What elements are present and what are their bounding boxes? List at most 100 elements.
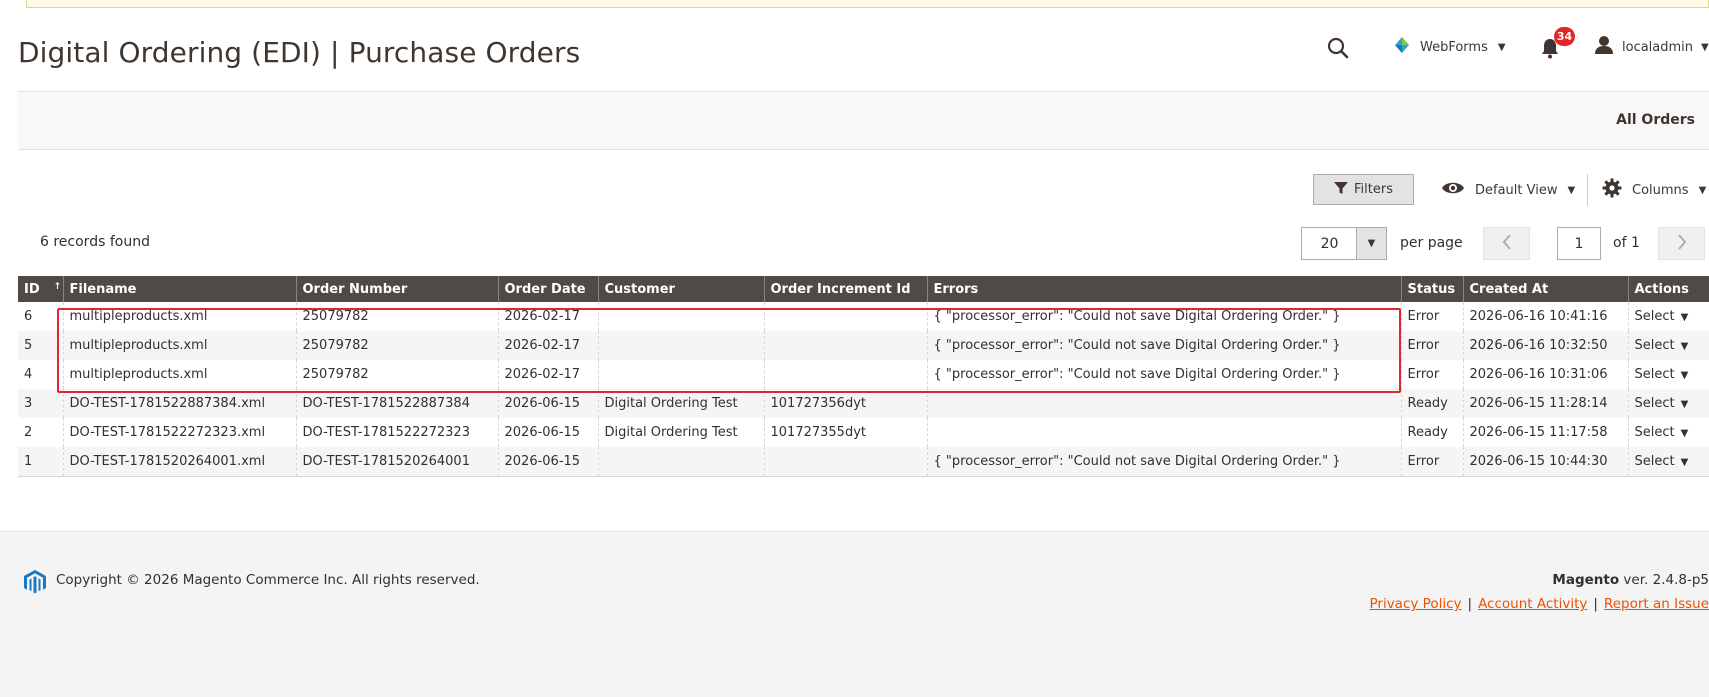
gear-icon: [1602, 178, 1622, 202]
notification-count-badge: 34: [1554, 27, 1575, 46]
cell-errors: [927, 389, 1402, 418]
cell-id: 3: [18, 389, 64, 418]
filters-button[interactable]: Filters: [1313, 174, 1414, 205]
column-header-order-number[interactable]: Order Number: [296, 276, 499, 302]
column-header-order-increment-id[interactable]: Order Increment Id: [764, 276, 928, 302]
row-action-select[interactable]: Select ▼: [1628, 360, 1709, 389]
cell-status: Ready: [1401, 389, 1464, 418]
caret-down-icon: ▼: [1680, 370, 1689, 381]
link-separator: |: [1467, 596, 1473, 612]
caret-down-icon: ▼: [1680, 399, 1689, 410]
order-switcher-bar: All Orders: [18, 92, 1709, 150]
caret-down-icon: ▼: [1680, 312, 1689, 323]
chevron-down-icon: ▼: [1701, 41, 1709, 53]
row-action-select[interactable]: Select ▼: [1628, 302, 1709, 331]
cell-filename: multipleproducts.xml: [63, 360, 297, 389]
sort-arrow-icon: ↑: [53, 281, 62, 292]
table-row[interactable]: 4 multipleproducts.xml 25079782 2026-02-…: [18, 360, 1709, 389]
cell-order-date: 2026-06-15: [498, 389, 599, 418]
footer-version-number: ver. 2.4.8-p5: [1623, 572, 1709, 588]
privacy-policy-link[interactable]: Privacy Policy: [1369, 596, 1461, 612]
cell-order-date: 2026-06-15: [498, 447, 599, 477]
column-header-id[interactable]: ID ↑: [18, 276, 64, 302]
view-selector[interactable]: Default View ▼: [1441, 178, 1575, 202]
footer-copyright: Copyright © 2026 Magento Commerce Inc. A…: [56, 572, 480, 588]
cell-order-date: 2026-02-17: [498, 331, 599, 360]
cell-increment-id: [764, 447, 928, 477]
search-icon[interactable]: [1326, 36, 1350, 60]
cell-customer: [598, 447, 765, 477]
row-action-select[interactable]: Select ▼: [1628, 447, 1709, 477]
row-action-select[interactable]: Select ▼: [1628, 331, 1709, 360]
webforms-menu[interactable]: WebForms ▼: [1394, 36, 1506, 58]
page-footer: Copyright © 2026 Magento Commerce Inc. A…: [0, 531, 1709, 697]
webforms-logo-icon: [1394, 36, 1410, 58]
cell-created-at: 2026-06-16 10:32:50: [1463, 331, 1629, 360]
cell-increment-id: [764, 302, 928, 331]
table-row[interactable]: 5 multipleproducts.xml 25079782 2026-02-…: [18, 331, 1709, 360]
chevron-down-icon: ▼: [1497, 41, 1506, 53]
columns-selector[interactable]: Columns ▼: [1602, 178, 1706, 202]
table-row[interactable]: 1 DO-TEST-1781520264001.xml DO-TEST-1781…: [18, 447, 1709, 477]
cell-order-date: 2026-02-17: [498, 302, 599, 331]
cell-increment-id-link[interactable]: 101727356dyt: [764, 389, 928, 418]
cell-customer-link[interactable]: Digital Ordering Test: [598, 389, 765, 418]
cell-created-at: 2026-06-15 10:44:30: [1463, 447, 1629, 477]
toolbar-separator: [1587, 174, 1588, 206]
cell-created-at: 2026-06-15 11:17:58: [1463, 418, 1629, 447]
user-icon: [1594, 35, 1614, 59]
cell-filename: DO-TEST-1781520264001.xml: [63, 447, 297, 477]
table-row[interactable]: 6 multipleproducts.xml 25079782 2026-02-…: [18, 302, 1709, 331]
caret-down-icon: ▼: [1680, 428, 1689, 439]
filter-icon: [1334, 181, 1349, 199]
current-page-input[interactable]: 1: [1557, 227, 1601, 260]
cell-created-at: 2026-06-16 10:41:16: [1463, 302, 1629, 331]
table-row[interactable]: 3 DO-TEST-1781522887384.xml DO-TEST-1781…: [18, 389, 1709, 418]
cell-order-number: 25079782: [296, 302, 499, 331]
previous-page-button[interactable]: [1483, 227, 1530, 260]
cell-order-date: 2026-06-15: [498, 418, 599, 447]
column-header-errors[interactable]: Errors: [927, 276, 1402, 302]
cell-order-number: DO-TEST-1781522887384: [296, 389, 499, 418]
cell-customer: [598, 302, 765, 331]
magento-logo-icon: [24, 570, 46, 594]
account-activity-link[interactable]: Account Activity: [1478, 596, 1587, 612]
report-issue-link[interactable]: Report an Issue: [1604, 596, 1709, 612]
cell-customer: [598, 331, 765, 360]
cell-customer-link[interactable]: Digital Ordering Test: [598, 418, 765, 447]
row-action-select[interactable]: Select ▼: [1628, 418, 1709, 447]
row-action-select[interactable]: Select ▼: [1628, 389, 1709, 418]
cell-errors: { "processor_error": "Could not save Dig…: [927, 331, 1402, 360]
next-page-button[interactable]: [1658, 227, 1705, 260]
caret-down-icon: ▼: [1680, 341, 1689, 352]
eye-icon: [1441, 180, 1465, 200]
cell-id: 1: [18, 447, 64, 477]
column-header-order-date[interactable]: Order Date: [498, 276, 599, 302]
cell-increment-id: [764, 331, 928, 360]
cell-id: 2: [18, 418, 64, 447]
records-found-text: 6 records found: [40, 234, 150, 250]
chevron-right-icon: [1677, 233, 1687, 254]
chevron-down-icon: ▼: [1698, 184, 1707, 196]
cell-created-at: 2026-06-16 10:31:06: [1463, 360, 1629, 389]
cell-filename: multipleproducts.xml: [63, 302, 297, 331]
column-header-filename[interactable]: Filename: [63, 276, 297, 302]
column-header-customer[interactable]: Customer: [598, 276, 765, 302]
cell-errors: { "processor_error": "Could not save Dig…: [927, 302, 1402, 331]
column-header-created-at[interactable]: Created At: [1463, 276, 1629, 302]
per-page-label: per page: [1400, 235, 1463, 251]
per-page-input[interactable]: 20: [1301, 227, 1357, 260]
cell-increment-id-link[interactable]: 101727355dyt: [764, 418, 928, 447]
column-header-status[interactable]: Status: [1401, 276, 1464, 302]
caret-down-icon: ▼: [1680, 456, 1689, 468]
purchase-orders-grid: ID ↑ Filename Order Number Order Date Cus…: [18, 276, 1709, 477]
table-row[interactable]: 2 DO-TEST-1781522272323.xml DO-TEST-1781…: [18, 418, 1709, 447]
cell-order-number: DO-TEST-1781520264001: [296, 447, 499, 477]
per-page-dropdown-toggle[interactable]: ▼: [1356, 227, 1387, 260]
user-menu[interactable]: localadmin ▼: [1594, 36, 1709, 58]
total-pages-label: of 1: [1613, 235, 1640, 251]
filters-label: Filters: [1354, 182, 1393, 197]
cell-customer: [598, 360, 765, 389]
all-orders-link[interactable]: All Orders: [1616, 112, 1695, 128]
footer-links: Privacy Policy | Account Activity | Report a…: [1369, 596, 1709, 612]
